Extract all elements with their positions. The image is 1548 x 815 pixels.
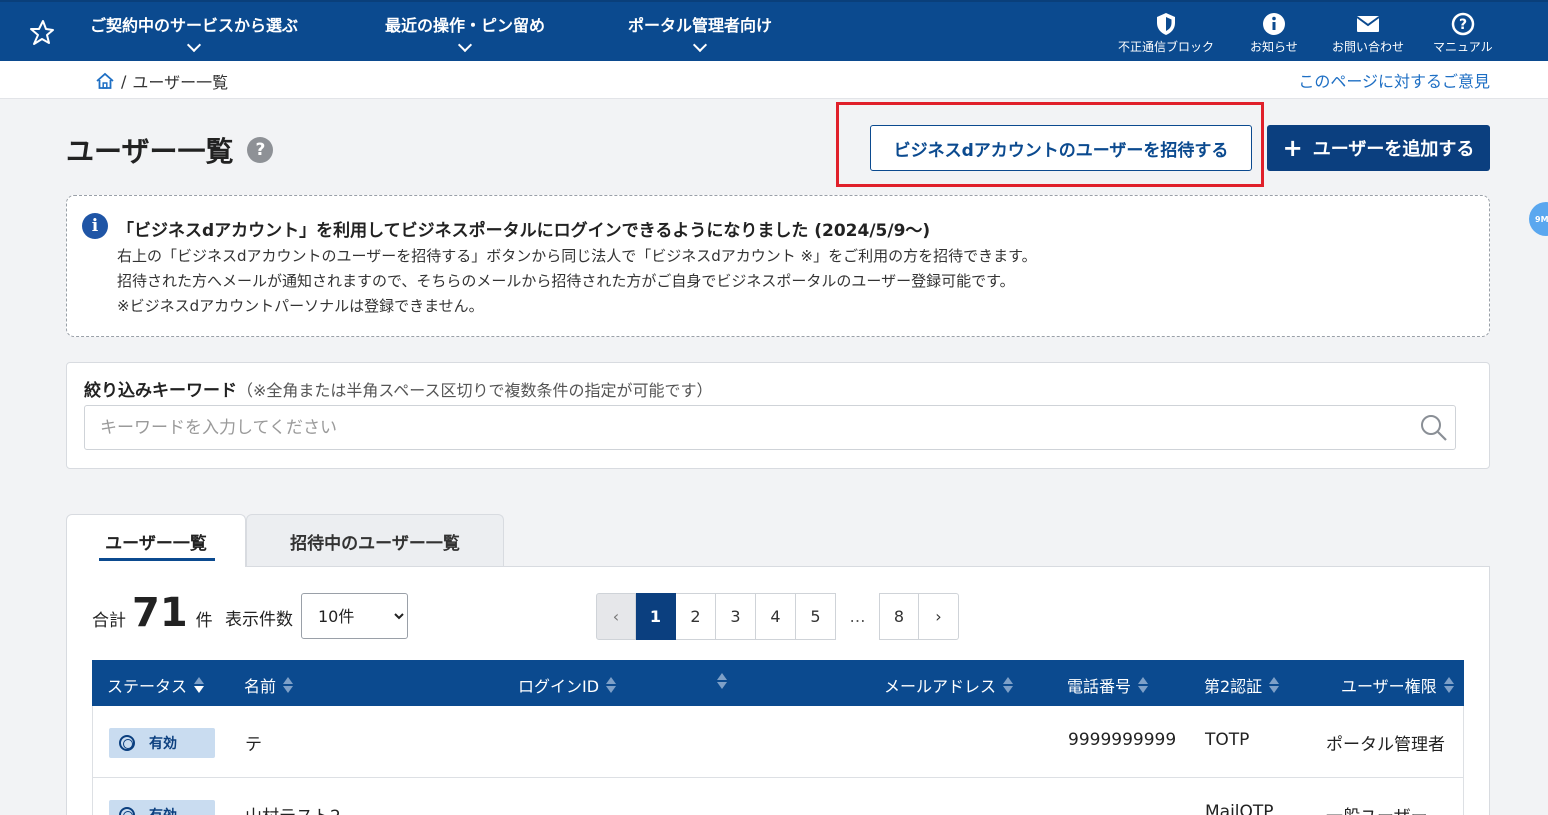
home-icon[interactable] bbox=[95, 72, 115, 90]
prev-page-button[interactable]: ‹ bbox=[596, 593, 636, 640]
page-8[interactable]: 8 bbox=[879, 593, 919, 640]
cell-name[interactable]: 山村テスト2 bbox=[245, 802, 341, 815]
cell-second-auth: TOTP bbox=[1205, 730, 1250, 750]
notice-title: 「ビジネスdアカウント」を利用してビジネスポータルにログインできるようになりまし… bbox=[117, 221, 931, 241]
status-ring-icon bbox=[119, 807, 135, 815]
cell-role: 一般ユーザー bbox=[1326, 802, 1428, 815]
col-role[interactable]: ユーザー権限 bbox=[1341, 673, 1454, 697]
notice-line: 右上の「ビジネスdアカウントのユーザーを招待する」ボタンから同じ法人で「ビジネス… bbox=[117, 247, 1037, 265]
plus-icon: + bbox=[1282, 134, 1303, 162]
redacted-area bbox=[464, 786, 1050, 815]
sort-icon bbox=[1269, 677, 1280, 693]
mail-icon bbox=[1356, 16, 1380, 32]
col-email[interactable]: メールアドレス bbox=[884, 673, 1014, 697]
invite-business-d-account-button[interactable]: ビジネスdアカウントのユーザーを招待する bbox=[870, 125, 1252, 171]
total-count: 合計 71 件 bbox=[92, 590, 213, 636]
col-name[interactable]: 名前 bbox=[244, 673, 294, 697]
page-5[interactable]: 5 bbox=[796, 593, 836, 640]
sort-icon bbox=[1443, 677, 1454, 693]
col-extra-sort[interactable] bbox=[710, 673, 727, 689]
svg-text:?: ? bbox=[1459, 17, 1467, 33]
menu-contracted-services[interactable]: ご契約中のサービスから選ぶ bbox=[90, 12, 298, 53]
sort-icon bbox=[283, 677, 294, 693]
filter-label: 絞り込みキーワード（※全角または半角スペース区切りで複数条件の指定が可能です） bbox=[84, 381, 713, 401]
status-badge: 有効 bbox=[109, 800, 215, 815]
breadcrumb: / ユーザー一覧 bbox=[95, 69, 228, 93]
tab-invited-user-list[interactable]: 招待中のユーザー一覧 bbox=[246, 514, 504, 567]
breadcrumb-bar: / ユーザー一覧 このページに対するご意見 bbox=[0, 61, 1548, 99]
sort-icon bbox=[1003, 677, 1014, 693]
cell-second-auth: MailOTP bbox=[1205, 802, 1274, 815]
sort-icon bbox=[194, 677, 205, 693]
top-nav: ご契約中のサービスから選ぶ 最近の操作・ピン留め ポータル管理者向け 不正通信ブ… bbox=[0, 0, 1548, 61]
status-badge: 有効 bbox=[109, 728, 215, 758]
cell-role: ポータル管理者 bbox=[1326, 735, 1445, 755]
chevron-down-icon bbox=[186, 37, 202, 53]
menu-portal-admin[interactable]: ポータル管理者向け bbox=[628, 12, 772, 53]
breadcrumb-current: ユーザー一覧 bbox=[132, 73, 229, 92]
notice-line: 招待された方へメールが通知されますので、そちらのメールから招待された方がご自身で… bbox=[117, 272, 1015, 290]
info-icon: i bbox=[82, 213, 108, 239]
add-user-button[interactable]: + ユーザーを追加する bbox=[1267, 125, 1490, 171]
status-ring-icon bbox=[119, 735, 135, 751]
keyword-search-input[interactable] bbox=[84, 405, 1456, 450]
table-header: ステータス 名前 ログインID メールアドレス 電話番号 第2認証 ユーザー権限 bbox=[92, 660, 1464, 706]
tab-user-list[interactable]: ユーザー一覧 bbox=[66, 514, 246, 567]
util-contact[interactable]: お問い合わせ bbox=[1332, 12, 1404, 55]
feedback-link[interactable]: このページに対するご意見 bbox=[1298, 68, 1490, 92]
side-chat-bubble[interactable]: 9M bbox=[1529, 202, 1548, 236]
cell-name[interactable]: テ bbox=[245, 730, 262, 755]
util-notifications[interactable]: お知らせ bbox=[1250, 12, 1298, 55]
help-circle-icon: ? bbox=[1451, 12, 1475, 36]
pager-ellipsis: … bbox=[849, 607, 866, 626]
page-1[interactable]: 1 bbox=[636, 593, 676, 640]
col-status[interactable]: ステータス bbox=[107, 673, 205, 697]
per-page-select[interactable]: 10件 bbox=[301, 593, 408, 639]
pagination: ‹ 1 2 3 4 5 … 8 › bbox=[596, 593, 959, 640]
util-fraud-block[interactable]: 不正通信ブロック bbox=[1118, 12, 1214, 55]
notice-line: ※ビジネスdアカウントパーソナルは登録できません。 bbox=[117, 297, 484, 315]
table-row[interactable]: 有効 テ 9999999999 TOTP ポータル管理者 bbox=[92, 706, 1464, 778]
page-3[interactable]: 3 bbox=[716, 593, 756, 640]
menu-recent-pinned[interactable]: 最近の操作・ピン留め bbox=[385, 12, 545, 53]
chevron-down-icon bbox=[457, 37, 473, 53]
col-login-id[interactable]: ログインID bbox=[518, 673, 617, 697]
question-icon[interactable]: ? bbox=[247, 137, 274, 163]
sort-icon bbox=[606, 677, 617, 693]
cell-phone: 9999999999 bbox=[1068, 730, 1177, 750]
shield-icon bbox=[1157, 13, 1175, 35]
search-icon[interactable] bbox=[1419, 413, 1449, 443]
col-phone[interactable]: 電話番号 bbox=[1067, 673, 1149, 697]
filter-panel: 絞り込みキーワード（※全角または半角スペース区切りで複数条件の指定が可能です） bbox=[66, 362, 1490, 469]
page-title: ユーザー一覧 ? bbox=[66, 130, 274, 170]
util-manual[interactable]: ? マニュアル bbox=[1433, 12, 1493, 55]
info-notice: i 「ビジネスdアカウント」を利用してビジネスポータルにログインできるようになり… bbox=[66, 195, 1490, 337]
next-page-button[interactable]: › bbox=[919, 593, 959, 640]
info-icon bbox=[1262, 13, 1285, 35]
tab-underline bbox=[99, 558, 215, 561]
portal-logo-icon[interactable] bbox=[26, 18, 56, 48]
col-second-auth[interactable]: 第2認証 bbox=[1204, 673, 1280, 697]
sort-icon bbox=[1138, 677, 1149, 693]
per-page-label: 表示件数 bbox=[225, 610, 293, 630]
chevron-down-icon bbox=[692, 37, 708, 53]
filter-hint: （※全角または半角スペース区切りで複数条件の指定が可能です） bbox=[237, 381, 713, 400]
page-4[interactable]: 4 bbox=[756, 593, 796, 640]
page-2[interactable]: 2 bbox=[676, 593, 716, 640]
sort-icon bbox=[717, 673, 727, 689]
redacted-area bbox=[1064, 786, 1182, 815]
